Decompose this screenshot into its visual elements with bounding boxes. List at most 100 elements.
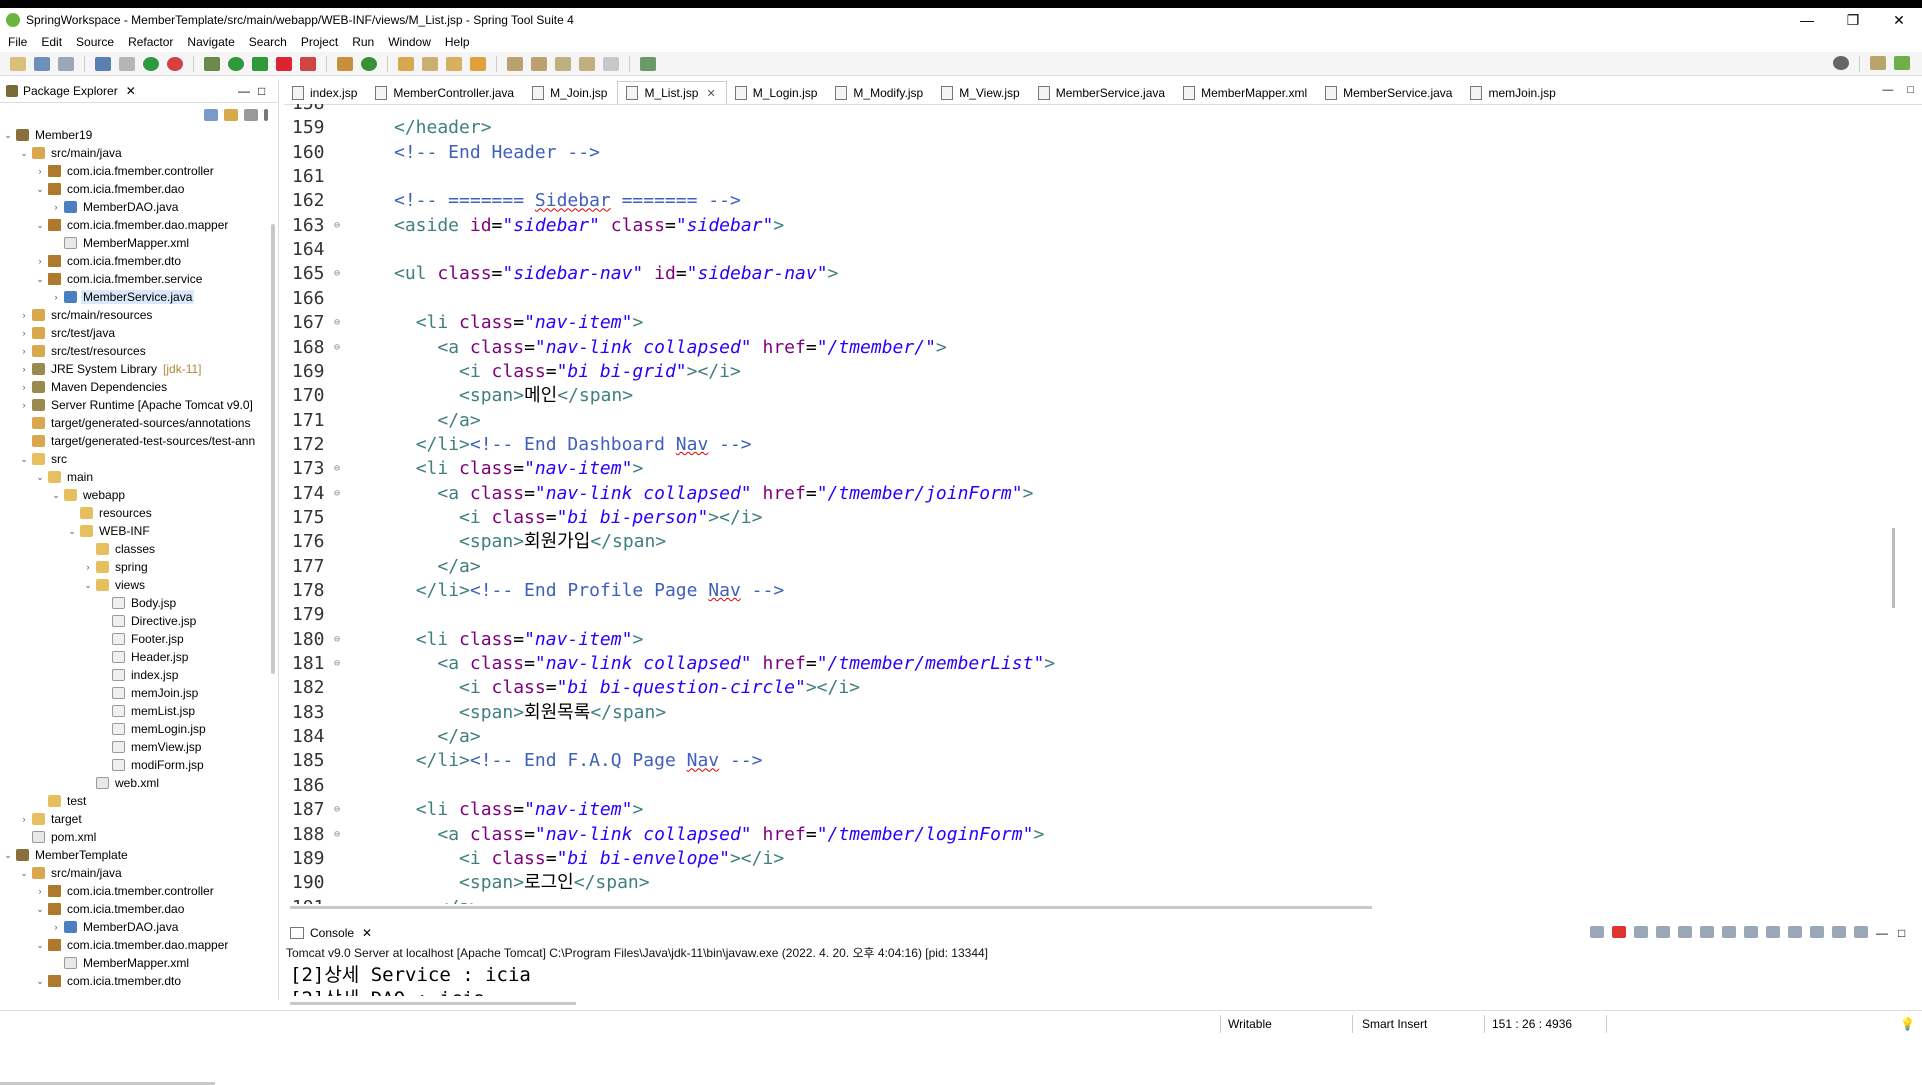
tree-item[interactable]: ⌄ webapp <box>0 486 268 504</box>
chevron-down-icon[interactable]: ⌄ <box>34 904 46 915</box>
editor-scrollbar[interactable] <box>1892 528 1895 608</box>
chevron-down-icon[interactable]: ⌄ <box>34 220 46 231</box>
chevron-down-icon[interactable]: ⌄ <box>34 274 46 285</box>
editor-tab[interactable]: M_Login.jsp <box>727 82 828 104</box>
console-hscrollbar[interactable] <box>290 1002 576 1005</box>
coverage-icon[interactable] <box>252 56 268 71</box>
tree-item[interactable]: ⌄ src <box>0 450 268 468</box>
editor-tab[interactable]: memJoin.jsp <box>1462 82 1565 104</box>
editor-tab[interactable]: index.jsp <box>284 82 367 104</box>
tree-item[interactable]: test <box>0 792 268 810</box>
close-button[interactable]: ✕ <box>1876 8 1922 32</box>
next-annotation-icon[interactable] <box>507 56 523 71</box>
tree-item[interactable]: ⌄ src/main/java <box>0 864 268 882</box>
chevron-down-icon[interactable]: ⌄ <box>50 490 62 501</box>
search-icon[interactable] <box>1833 56 1849 70</box>
code-editor[interactable]: 158159 </header> 160 <!-- End Header --> 161… <box>284 104 1904 904</box>
settings-icon[interactable] <box>1854 926 1868 938</box>
tree-item[interactable]: target/generated-sources/annotations <box>0 414 268 432</box>
tree-item[interactable]: MemberMapper.xml <box>0 954 268 972</box>
chevron-right-icon[interactable]: › <box>34 256 46 266</box>
spring-perspective-icon[interactable] <box>1894 56 1910 70</box>
forward-icon[interactable] <box>603 56 619 71</box>
chevron-right-icon[interactable]: › <box>50 202 62 212</box>
menu-navigate[interactable]: Navigate <box>187 35 234 49</box>
tree-item[interactable]: ⌄ com.icia.fmember.service <box>0 270 268 288</box>
fold-icon[interactable]: ⊖ <box>334 457 340 481</box>
package-explorer-tab[interactable]: Package Explorer ✕ <box>0 80 142 102</box>
lightbulb-icon[interactable]: 💡 <box>1900 1017 1915 1031</box>
chevron-down-icon[interactable]: ⌄ <box>66 526 78 537</box>
fold-icon[interactable]: ⊖ <box>334 628 340 652</box>
spring-boot-icon[interactable] <box>143 56 159 71</box>
tree-item[interactable]: › Server Runtime [Apache Tomcat v9.0] <box>0 396 268 414</box>
close-icon[interactable]: ✕ <box>362 926 372 940</box>
back-icon[interactable] <box>579 56 595 71</box>
fold-icon[interactable]: ⊖ <box>334 798 340 822</box>
tree-item[interactable]: memLogin.jsp <box>0 720 268 738</box>
tree-item[interactable]: ⌄ com.icia.tmember.dao <box>0 900 268 918</box>
tree-item[interactable]: MemberMapper.xml <box>0 234 268 252</box>
open-perspective-icon[interactable] <box>1870 56 1886 70</box>
remove-all-icon[interactable] <box>1656 926 1670 938</box>
run-icon[interactable] <box>228 56 244 71</box>
tree-item[interactable]: Header.jsp <box>0 648 268 666</box>
fold-icon[interactable]: ⊖ <box>334 823 340 847</box>
close-tab-icon[interactable]: ✕ <box>706 87 715 100</box>
skip-breakpoints-icon[interactable] <box>119 56 135 71</box>
chevron-right-icon[interactable]: › <box>18 364 30 374</box>
debug-icon[interactable] <box>204 56 220 71</box>
tree-item[interactable]: ⌄ src/main/java <box>0 144 268 162</box>
menu-search[interactable]: Search <box>249 35 287 49</box>
chevron-right-icon[interactable]: › <box>18 328 30 338</box>
tree-item[interactable]: ⌄ com.icia.tmember.dao.mapper <box>0 936 268 954</box>
chevron-right-icon[interactable]: › <box>34 886 46 896</box>
editor-tab[interactable]: MemberService.java <box>1030 82 1175 104</box>
search-toolbar-icon[interactable] <box>446 56 462 71</box>
tree-item[interactable]: web.xml <box>0 774 268 792</box>
maximize-console-icon[interactable]: □ <box>1898 926 1912 940</box>
link-with-editor-icon[interactable] <box>224 109 238 121</box>
tree-item[interactable]: resources <box>0 504 268 522</box>
clear-console-icon[interactable] <box>1678 926 1692 938</box>
editor-tab[interactable]: MemberMapper.xml <box>1175 82 1317 104</box>
save-icon[interactable] <box>34 56 50 71</box>
chevron-right-icon[interactable]: › <box>18 814 30 824</box>
insert-mode-status[interactable]: Smart Insert <box>1362 1017 1427 1031</box>
chevron-down-icon[interactable]: ⌄ <box>18 868 30 879</box>
tree-item[interactable]: ⌄ views <box>0 576 268 594</box>
fold-icon[interactable]: ⊖ <box>334 262 340 286</box>
maximize-editor-icon[interactable]: □ <box>1907 84 1914 96</box>
tree-item[interactable]: memList.jsp <box>0 702 268 720</box>
tree-item[interactable]: ⌄ com.icia.tmember.dto <box>0 972 268 990</box>
show-on-error-icon[interactable] <box>1766 926 1780 938</box>
editor-tab[interactable]: M_Join.jsp <box>524 82 617 104</box>
chevron-down-icon[interactable]: ⌄ <box>34 184 46 195</box>
tree-item[interactable]: memJoin.jsp <box>0 684 268 702</box>
fold-icon[interactable]: ⊖ <box>334 214 340 238</box>
chevron-down-icon[interactable]: ⌄ <box>18 148 30 159</box>
minimize-view-icon[interactable]: — <box>238 84 250 98</box>
tree-item[interactable]: › com.icia.fmember.controller <box>0 162 268 180</box>
editor-tab[interactable]: M_Modify.jsp <box>827 82 933 104</box>
new-java-project-icon[interactable] <box>337 56 353 71</box>
tree-item[interactable]: ⌄ Member19 <box>0 126 268 144</box>
collapse-all-icon[interactable] <box>204 109 218 121</box>
word-wrap-icon[interactable] <box>1722 926 1736 938</box>
filters-icon[interactable] <box>244 109 258 121</box>
menu-run[interactable]: Run <box>352 35 374 49</box>
editor-tab[interactable]: MemberController.java <box>367 82 524 104</box>
chevron-down-icon[interactable]: ⌄ <box>18 454 30 465</box>
stop-icon[interactable] <box>276 56 292 71</box>
refresh-icon[interactable] <box>167 56 183 71</box>
fold-icon[interactable]: ⊖ <box>334 482 340 506</box>
save-all-icon[interactable] <box>58 56 74 71</box>
tree-item[interactable]: › MemberService.java <box>0 288 268 306</box>
menu-help[interactable]: Help <box>445 35 470 49</box>
fold-icon[interactable]: ⊖ <box>334 336 340 360</box>
tree-item[interactable]: target/generated-test-sources/test-ann <box>0 432 268 450</box>
chevron-right-icon[interactable]: › <box>34 166 46 176</box>
chevron-down-icon[interactable]: ⌄ <box>34 472 46 483</box>
tree-item[interactable]: › src/test/java <box>0 324 268 342</box>
open-type-icon[interactable] <box>398 56 414 71</box>
